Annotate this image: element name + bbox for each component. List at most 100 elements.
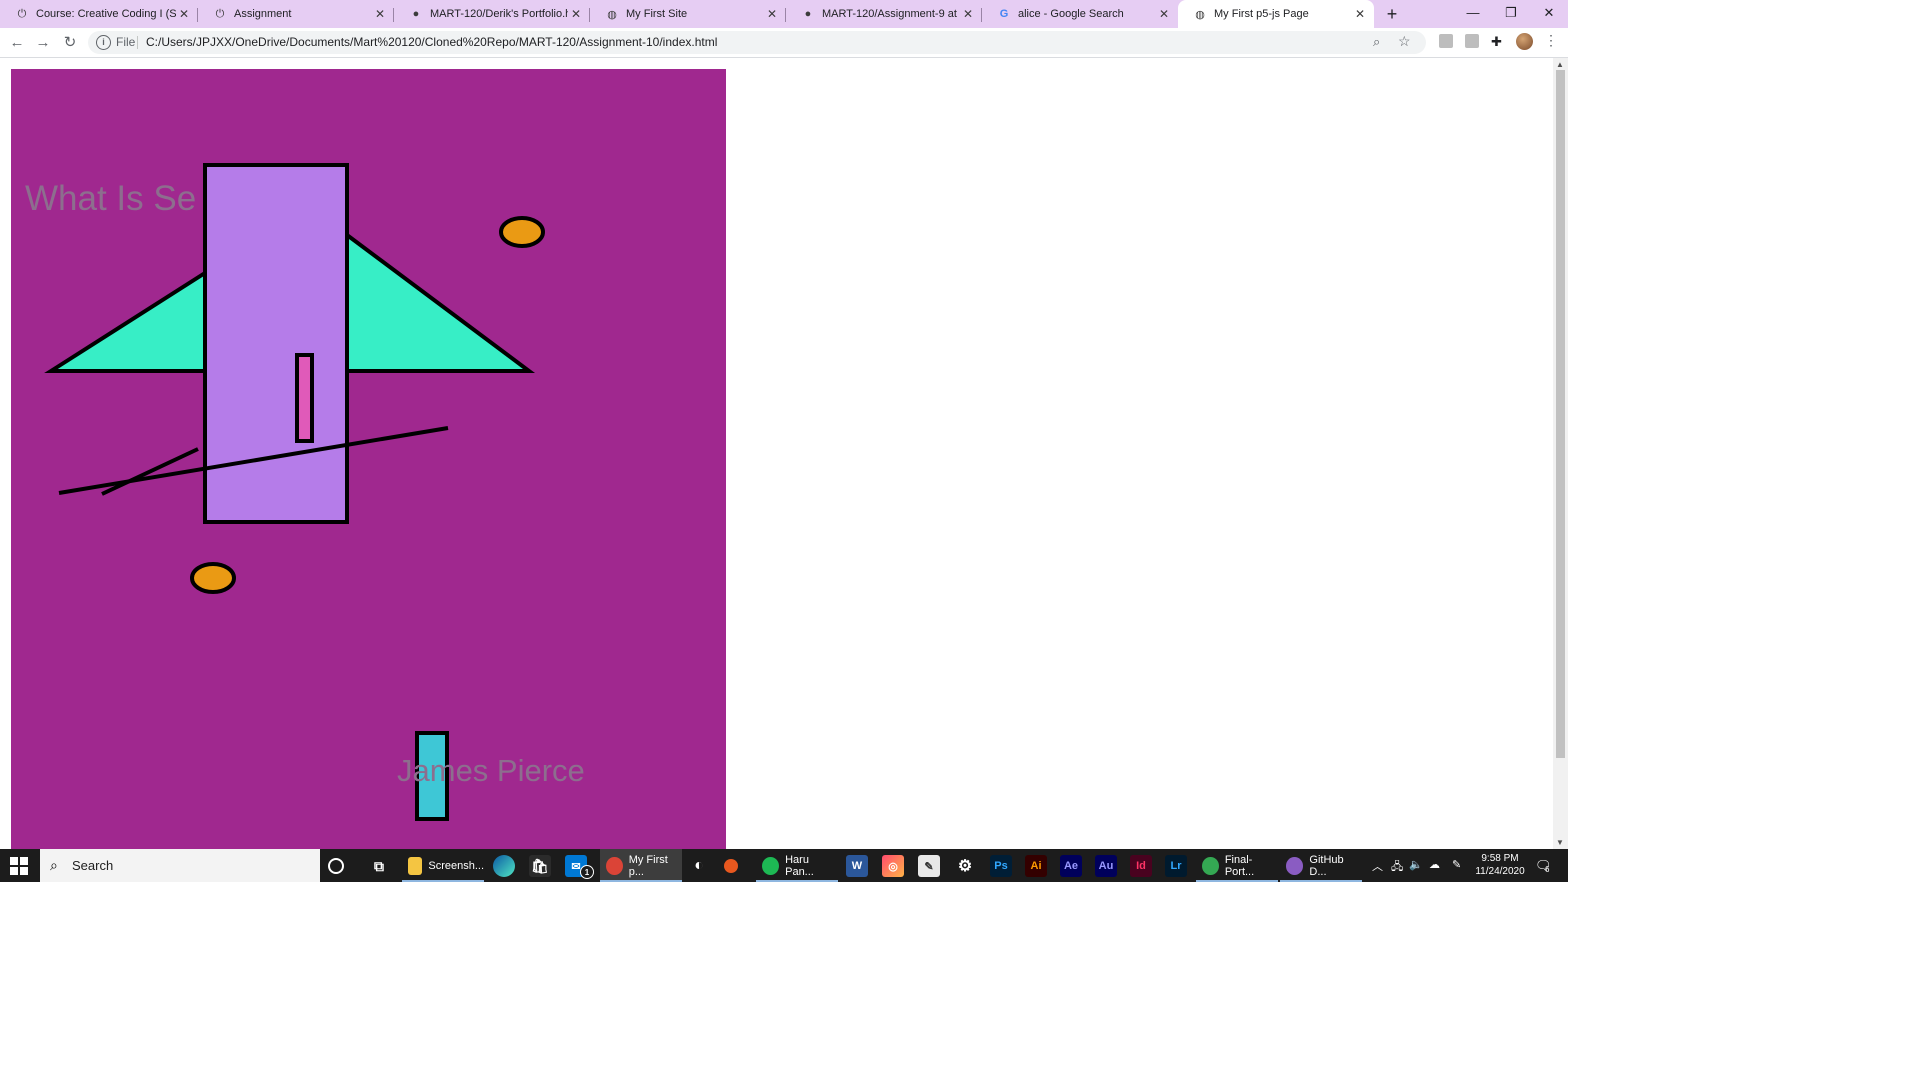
bookmark-star-icon[interactable]: ☆ bbox=[1398, 33, 1411, 50]
tab-course[interactable]: ⏻ Course: Creative Coding I (Sect: 5 ✕ bbox=[0, 0, 198, 28]
scroll-down-arrow-icon[interactable]: ▼ bbox=[1556, 838, 1564, 847]
new-tab-button[interactable]: + bbox=[1382, 4, 1402, 24]
chrome-icon bbox=[606, 856, 623, 875]
tab-title: MART-120/Assignment-9 at mas bbox=[822, 8, 960, 20]
tab-title: My First Site bbox=[626, 8, 688, 20]
running-indicator bbox=[756, 880, 838, 882]
profile-avatar[interactable] bbox=[1516, 33, 1533, 50]
address-divider bbox=[137, 36, 138, 49]
power-icon: ⏻ bbox=[215, 7, 225, 20]
spotify-icon bbox=[762, 856, 780, 875]
canvas-signature-text: James Pierce bbox=[397, 753, 585, 788]
running-indicator bbox=[1280, 880, 1362, 882]
extension-icon[interactable] bbox=[1439, 34, 1453, 48]
tab-assignment-9[interactable]: ● MART-120/Assignment-9 at mas ✕ bbox=[786, 0, 982, 28]
notepad-icon[interactable]: ✎ bbox=[918, 855, 940, 877]
cortana-icon[interactable] bbox=[328, 858, 344, 874]
network-icon[interactable]: 🖧 bbox=[1391, 858, 1403, 877]
google-icon: G bbox=[999, 8, 1009, 20]
clock-time: 9:58 PM bbox=[1481, 853, 1519, 864]
tab-title: My First p5-js Page bbox=[1214, 8, 1309, 20]
vertical-scrollbar[interactable]: ▲ ▼ bbox=[1553, 58, 1568, 849]
taskbar-app-label: GitHub D... bbox=[1309, 853, 1344, 878]
back-button[interactable]: ← bbox=[6, 32, 28, 54]
tab-my-first-site[interactable]: ◍ My First Site ✕ bbox=[590, 0, 786, 28]
taskbar-app-final-portfolio[interactable]: Final-Port... bbox=[1196, 849, 1278, 882]
extensions-puzzle-icon[interactable]: ✚ bbox=[1491, 34, 1502, 50]
taskbar-app-chrome-active[interactable]: My First p... bbox=[600, 849, 682, 882]
word-icon[interactable]: W bbox=[846, 855, 868, 877]
indesign-icon[interactable]: Id bbox=[1130, 855, 1152, 877]
windows-start-button[interactable] bbox=[10, 857, 28, 875]
taskbar-app-label: My First p... bbox=[628, 853, 668, 878]
taskbar-app-explorer[interactable]: Screensh... bbox=[402, 849, 484, 882]
system-clock[interactable]: 9:58 PM 11/24/2020 bbox=[1468, 852, 1532, 878]
taskbar-app-spotify[interactable]: Haru Pan... bbox=[756, 849, 838, 882]
menu-icon[interactable]: ⋮ bbox=[1544, 32, 1558, 49]
photoshop-icon[interactable]: Ps bbox=[990, 855, 1012, 877]
canvas-title-text: What Is Se bbox=[25, 179, 197, 218]
illustrator-icon[interactable]: Ai bbox=[1025, 855, 1047, 877]
tab-title: Assignment bbox=[234, 8, 292, 20]
search-placeholder: Search bbox=[72, 858, 114, 873]
address-bar[interactable]: i File C:/Users/JPJXX/OneDrive/Documents… bbox=[88, 31, 1426, 54]
onedrive-cloud-icon[interactable]: ☁ bbox=[1429, 858, 1440, 871]
left-triangle bbox=[44, 269, 207, 373]
forward-button[interactable]: → bbox=[32, 32, 54, 54]
store-icon[interactable]: 🛍 bbox=[529, 855, 551, 877]
creative-cloud-icon[interactable]: ◎ bbox=[882, 855, 904, 877]
tab-close-icon[interactable]: ✕ bbox=[764, 7, 780, 21]
orange-ellipse-top bbox=[499, 216, 545, 248]
taskbar-app-github-desktop[interactable]: GitHub D... bbox=[1280, 849, 1362, 882]
tab-close-icon[interactable]: ✕ bbox=[176, 7, 192, 21]
tab-google-search[interactable]: G alice - Google Search ✕ bbox=[982, 0, 1178, 28]
tab-close-icon[interactable]: ✕ bbox=[960, 7, 976, 21]
extension-icon[interactable] bbox=[1465, 34, 1479, 48]
tab-p5js-page[interactable]: ◍ My First p5-js Page ✕ bbox=[1178, 0, 1374, 28]
info-icon[interactable]: i bbox=[96, 35, 111, 50]
lightroom-icon[interactable]: Lr bbox=[1165, 855, 1187, 877]
taskbar-app-label: Final-Port... bbox=[1224, 853, 1255, 878]
restore-button[interactable]: ❐ bbox=[1492, 0, 1530, 28]
volume-icon[interactable]: 🔈 bbox=[1409, 858, 1423, 871]
tab-close-icon[interactable]: ✕ bbox=[1156, 7, 1172, 21]
steam-icon[interactable]: ◐ bbox=[688, 855, 710, 877]
task-view-icon[interactable]: ⧉ bbox=[368, 855, 390, 877]
minimize-button[interactable]: — bbox=[1454, 0, 1492, 28]
tab-assignment[interactable]: ⏻ Assignment ✕ bbox=[198, 0, 394, 28]
search-icon: ⌕ bbox=[50, 857, 58, 873]
mail-badge: 1 bbox=[580, 865, 594, 879]
tray-overflow-chevron-icon[interactable]: ︿ bbox=[1372, 858, 1383, 874]
origin-icon[interactable] bbox=[724, 859, 738, 873]
close-window-button[interactable]: ✕ bbox=[1530, 0, 1568, 28]
github-desktop-icon bbox=[1286, 856, 1304, 875]
scroll-thumb[interactable] bbox=[1556, 70, 1565, 758]
tab-close-icon[interactable]: ✕ bbox=[1352, 7, 1368, 21]
windows-taskbar: ⌕ Search ⧉ Screensh... 🛍 ✉ 1 My First p.… bbox=[0, 849, 1568, 882]
zoom-icon[interactable]: ⌕ bbox=[1373, 34, 1380, 50]
globe-icon: ◍ bbox=[607, 8, 617, 21]
after-effects-icon[interactable]: Ae bbox=[1060, 855, 1082, 877]
taskbar-app-label: Screensh... bbox=[428, 859, 484, 872]
settings-gear-icon[interactable]: ⚙ bbox=[954, 855, 976, 877]
audition-icon[interactable]: Au bbox=[1095, 855, 1117, 877]
taskbar-search-box[interactable]: ⌕ Search bbox=[40, 849, 320, 882]
p5-canvas[interactable]: What Is Se James Pierce bbox=[11, 69, 726, 849]
reload-button[interactable]: ↻ bbox=[59, 32, 81, 54]
url-text[interactable]: C:/Users/JPJXX/OneDrive/Documents/Mart%2… bbox=[146, 35, 717, 49]
power-icon: ⏻ bbox=[17, 7, 27, 20]
browser-toolbar: ← → ↻ i File C:/Users/JPJXX/OneDrive/Doc… bbox=[0, 28, 1568, 58]
github-icon: ● bbox=[804, 8, 812, 20]
running-indicator bbox=[600, 880, 682, 882]
orange-ellipse-bottom bbox=[190, 562, 236, 594]
pen-icon[interactable]: ✎ bbox=[1452, 858, 1461, 871]
tab-close-icon[interactable]: ✕ bbox=[372, 7, 388, 21]
github-icon: ● bbox=[412, 8, 420, 20]
edge-icon[interactable] bbox=[493, 855, 515, 877]
tab-title: Course: Creative Coding I (Sect: 5 bbox=[36, 8, 176, 20]
scroll-up-arrow-icon[interactable]: ▲ bbox=[1556, 60, 1564, 69]
tab-derik-portfolio[interactable]: ● MART-120/Derik's Portfolio.html ✕ bbox=[394, 0, 590, 28]
page-viewport: What Is Se James Pierce bbox=[0, 58, 1568, 849]
notification-count: 6 bbox=[1545, 865, 1550, 874]
tab-close-icon[interactable]: ✕ bbox=[568, 7, 584, 21]
